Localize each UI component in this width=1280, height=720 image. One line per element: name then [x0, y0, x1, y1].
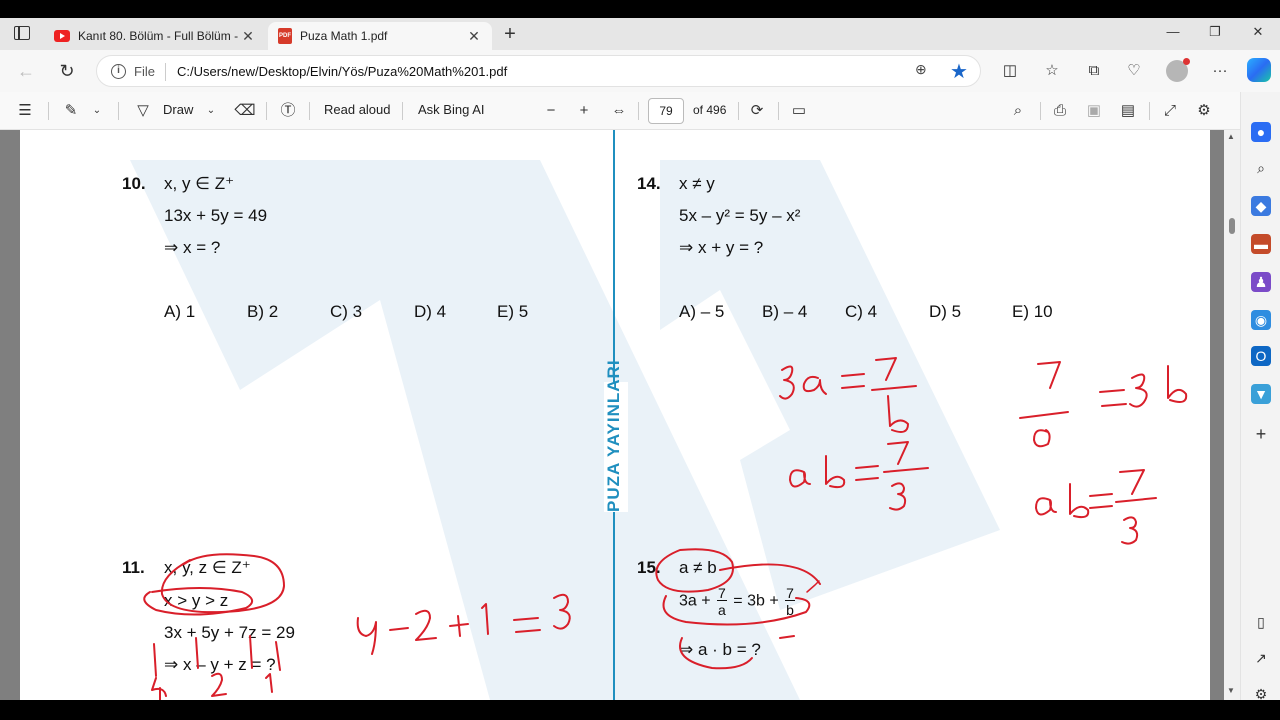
divider [1040, 102, 1041, 120]
divider [266, 102, 267, 120]
divider [1149, 102, 1150, 120]
scroll-down-icon[interactable]: ▼ [1227, 686, 1235, 695]
pdf-page: PUZA YAYINLARI 10. x, y ∈ Z⁺ 13x + 5y = … [20, 130, 1210, 700]
save-as-icon[interactable]: ▤ [1117, 100, 1139, 122]
tab-pdf[interactable]: PDF Puza Math 1.pdf ✕ [268, 22, 492, 50]
eraser-icon[interactable]: ⌫ [234, 100, 256, 122]
avatar[interactable] [1166, 58, 1190, 82]
shopping-tag-icon[interactable]: ◆ [1251, 196, 1271, 216]
highlight-icon[interactable]: ✎ [60, 100, 82, 122]
browser-window: Kanıt 80. Bölüm - Full Bölüm - Yo ✕ PDF … [0, 18, 1280, 700]
restore-icon[interactable]: ❐ [1205, 24, 1225, 40]
search-icon[interactable]: ⌕ [1251, 158, 1271, 178]
divider [638, 102, 639, 120]
sidebar-panel-icon[interactable]: ▯ [1251, 612, 1271, 632]
tab-strip: Kanıt 80. Bölüm - Full Bölüm - Yo ✕ PDF … [0, 18, 1280, 50]
settings-gear-icon[interactable]: ⚙ [1251, 684, 1271, 700]
back-icon[interactable]: ← [14, 59, 38, 83]
read-aloud-button[interactable]: Read aloud [324, 102, 391, 117]
chevron-down-icon[interactable]: ⌄ [200, 100, 222, 122]
fit-width-icon[interactable]: ⇔ [608, 100, 630, 122]
games-icon[interactable]: ♟ [1251, 272, 1271, 292]
rotate-icon[interactable]: ⟳ [746, 100, 768, 122]
youtube-icon [54, 30, 70, 42]
scheme-label: File [134, 64, 155, 79]
fullscreen-icon[interactable]: ⤢ [1159, 100, 1181, 122]
divider [402, 102, 403, 120]
new-tab-button[interactable]: + [498, 22, 522, 46]
zoom-out-icon[interactable]: − [540, 100, 562, 122]
microsoft-365-icon[interactable]: ◉ [1251, 310, 1271, 330]
scroll-thumb[interactable] [1229, 218, 1235, 234]
favorite-star-icon[interactable]: ★ [950, 59, 968, 84]
notifications-icon[interactable]: ● [1251, 122, 1271, 142]
chevron-down-icon[interactable]: ⌄ [86, 100, 108, 122]
ask-bing-button[interactable]: Ask Bing AI [418, 102, 484, 117]
favorites-icon[interactable]: ☆ [1040, 59, 1064, 83]
divider [165, 63, 166, 81]
address-bar[interactable]: i File C:/Users/new/Desktop/Elvin/Yös/Pu… [96, 55, 981, 87]
pdf-icon: PDF [278, 28, 292, 44]
letterbox-bottom [0, 700, 1280, 720]
vertical-scrollbar[interactable]: ▲ ▼ [1224, 130, 1240, 700]
split-screen-icon[interactable]: ◫ [998, 59, 1022, 83]
settings-gear-icon[interactable]: ⚙ [1193, 100, 1215, 122]
tab-youtube[interactable]: Kanıt 80. Bölüm - Full Bölüm - Yo ✕ [44, 22, 266, 50]
browser-essentials-icon[interactable]: ♡ [1122, 59, 1146, 83]
outlook-icon[interactable]: O [1251, 346, 1271, 366]
more-menu-icon[interactable]: ··· [1208, 59, 1232, 83]
edge-sidebar: ● ⌕ ◆ ▬ ♟ ◉ O ▼ + ▯ ↗ ⚙ [1240, 92, 1280, 700]
copilot-icon[interactable] [1247, 58, 1271, 82]
divider [309, 102, 310, 120]
tab-title: Kanıt 80. Bölüm - Full Bölüm - Yo [78, 29, 240, 43]
drop-icon[interactable]: ▼ [1251, 384, 1271, 404]
text-box-icon[interactable]: Ⓣ [277, 100, 299, 122]
page-number-input[interactable]: 79 [648, 98, 684, 124]
zoom-in-icon[interactable]: + [573, 100, 595, 122]
save-icon[interactable]: ▣ [1083, 100, 1105, 122]
info-icon[interactable]: i [111, 64, 126, 79]
divider [778, 102, 779, 120]
pdf-viewport[interactable]: PUZA YAYINLARI 10. x, y ∈ Z⁺ 13x + 5y = … [0, 130, 1240, 700]
divider [48, 102, 49, 120]
zoom-icon[interactable]: ⊕ [915, 61, 927, 78]
collections-icon[interactable]: ⧉ [1082, 59, 1106, 83]
draw-button[interactable]: Draw [163, 102, 193, 117]
page-view-icon[interactable]: ▭ [788, 100, 810, 122]
tab-title: Puza Math 1.pdf [300, 29, 388, 43]
page-total: of 496 [693, 103, 727, 117]
refresh-icon[interactable]: ↻ [55, 59, 79, 83]
open-external-icon[interactable]: ↗ [1251, 648, 1271, 668]
url-text[interactable]: C:/Users/new/Desktop/Elvin/Yös/Puza%20Ma… [177, 64, 507, 79]
divider [118, 102, 119, 120]
address-row: ← ↻ i File C:/Users/new/Desktop/Elvin/Yö… [0, 50, 1280, 92]
print-icon[interactable]: ⎙ [1049, 100, 1071, 122]
minimize-icon[interactable]: — [1163, 24, 1183, 39]
divider [738, 102, 739, 120]
tools-icon[interactable]: ▬ [1251, 234, 1271, 254]
scroll-up-icon[interactable]: ▲ [1227, 132, 1235, 141]
ink-annotations [143, 357, 1188, 700]
add-icon[interactable]: + [1251, 424, 1271, 444]
search-icon[interactable]: ⌕ [1007, 100, 1029, 122]
contents-icon[interactable]: ☰ [14, 100, 36, 122]
pdf-toolbar: ☰ ✎ ⌄ ▽ Draw ⌄ ⌫ Ⓣ Read aloud Ask Bing A… [0, 92, 1240, 130]
close-window-icon[interactable]: ✕ [1248, 24, 1268, 40]
draw-icon[interactable]: ▽ [132, 100, 154, 122]
close-tab-icon[interactable]: ✕ [466, 28, 482, 45]
close-tab-icon[interactable]: ✕ [240, 28, 256, 45]
tab-actions-icon[interactable] [14, 26, 30, 40]
